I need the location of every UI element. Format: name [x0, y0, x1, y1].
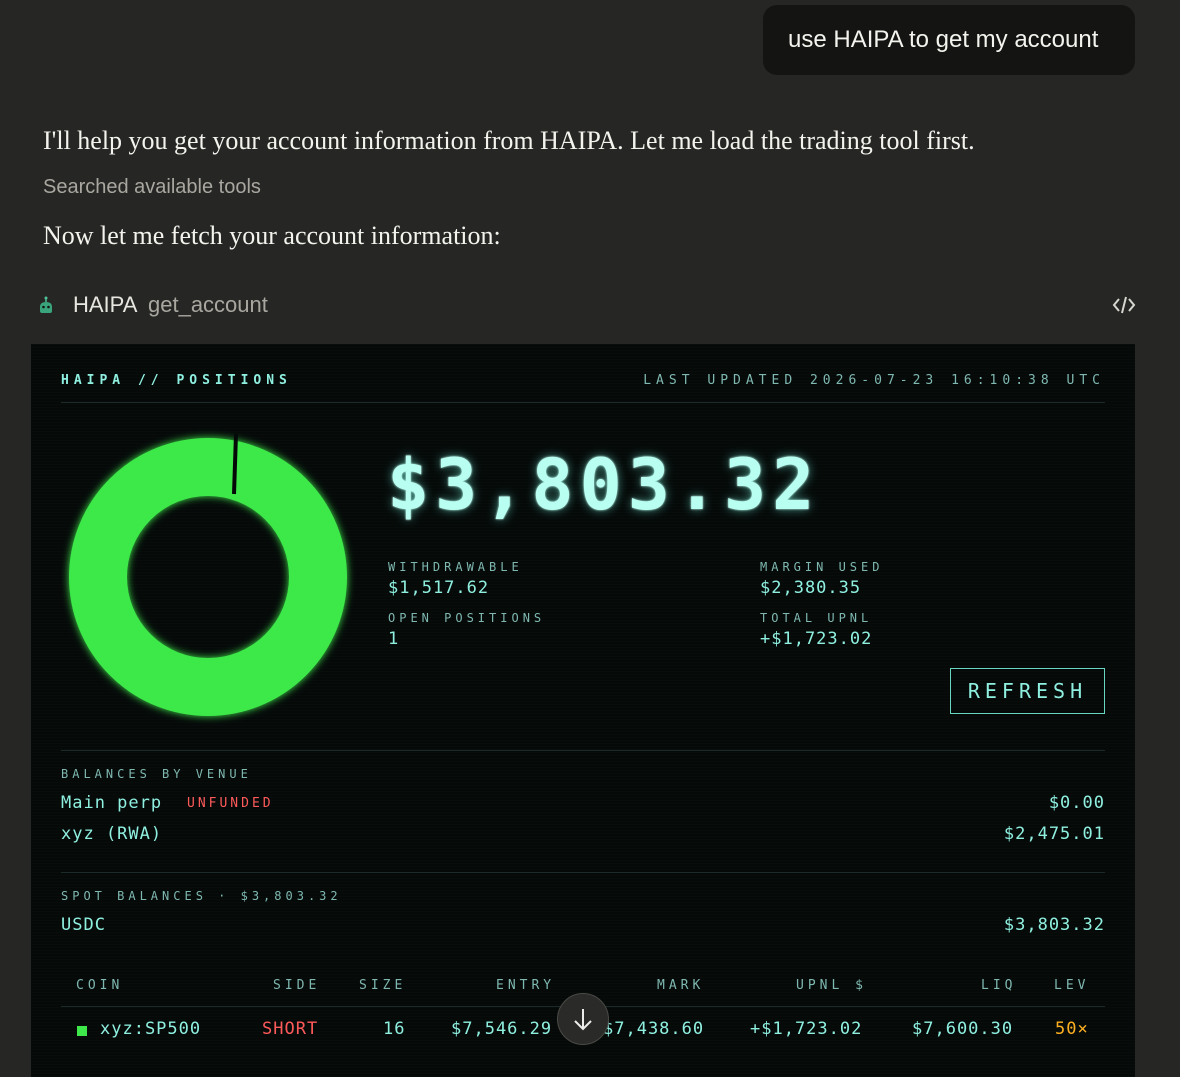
col-size: SIZE: [359, 978, 407, 993]
donut-ring: [69, 438, 347, 716]
venue-value: $0.00: [1048, 793, 1105, 813]
arrow-down-icon: [574, 1009, 592, 1031]
tool-function: get_account: [148, 292, 268, 317]
position-color-marker: [77, 1026, 87, 1036]
refresh-button[interactable]: REFRESH: [950, 668, 1105, 714]
divider: [61, 750, 1105, 751]
position-size: 16: [383, 1019, 406, 1039]
col-upnl: UPNL $: [796, 978, 867, 993]
position-leverage: 50×: [1055, 1019, 1089, 1039]
position-side: SHORT: [262, 1019, 319, 1039]
open-positions-value: 1: [388, 629, 400, 649]
unfunded-badge: UNFUNDED: [187, 796, 274, 811]
panel-title: HAIPA // POSITIONS: [61, 373, 292, 388]
margin-used-label: MARGIN USED: [760, 560, 884, 574]
assistant-intro-text: I'll help you get your account informati…: [43, 126, 975, 155]
total-upnl-label: TOTAL UPNL: [760, 611, 873, 625]
open-positions-label: OPEN POSITIONS: [388, 611, 546, 625]
tool-call-header[interactable]: HAIPA get_account: [36, 290, 1136, 320]
withdrawable-label: WITHDRAWABLE: [388, 560, 523, 574]
assistant-fetch-text: Now let me fetch your account informatio…: [43, 221, 501, 250]
position-mark: $7,438.60: [603, 1019, 705, 1039]
scroll-to-bottom-button[interactable]: [557, 993, 609, 1045]
spot-balances-label: SPOT BALANCES · $3,803.32: [61, 889, 342, 903]
spot-coin: USDC: [61, 915, 106, 935]
tool-name: HAIPA: [73, 292, 138, 317]
position-liq: $7,600.30: [912, 1019, 1014, 1039]
venue-name: xyz (RWA): [61, 824, 163, 844]
divider: [61, 872, 1105, 873]
haipa-positions-panel: HAIPA // POSITIONS LAST UPDATED 2026-07-…: [31, 344, 1135, 1077]
divider: [61, 402, 1105, 403]
col-side: SIDE: [273, 978, 321, 993]
balance-donut-chart: [69, 433, 347, 716]
robot-icon: [40, 296, 52, 313]
position-entry: $7,546.29: [451, 1019, 553, 1039]
col-lev: LEV: [1054, 978, 1090, 993]
last-updated: LAST UPDATED 2026-07-23 16:10:38 UTC: [643, 373, 1105, 388]
venue-name: Main perp: [61, 793, 163, 813]
account-total: $3,803.32: [387, 444, 821, 526]
col-coin: COIN: [76, 978, 124, 993]
spot-value: $3,803.32: [1003, 915, 1105, 935]
code-icon[interactable]: [1112, 294, 1136, 316]
col-liq: LIQ: [981, 978, 1017, 993]
position-coin: xyz:SP500: [100, 1019, 202, 1039]
position-upnl: +$1,723.02: [750, 1019, 863, 1039]
col-entry: ENTRY: [496, 978, 556, 993]
user-message-bubble: use HAIPA to get my account: [763, 5, 1135, 75]
margin-used-value: $2,380.35: [760, 578, 862, 598]
total-upnl-value: +$1,723.02: [760, 629, 873, 649]
donut-gap: [232, 433, 238, 495]
withdrawable-value: $1,517.62: [388, 578, 490, 598]
balances-by-venue-label: BALANCES BY VENUE: [61, 767, 252, 781]
searched-tools-toggle[interactable]: Searched available tools: [43, 176, 261, 199]
venue-value: $2,475.01: [1003, 824, 1105, 844]
col-mark: MARK: [657, 978, 705, 993]
